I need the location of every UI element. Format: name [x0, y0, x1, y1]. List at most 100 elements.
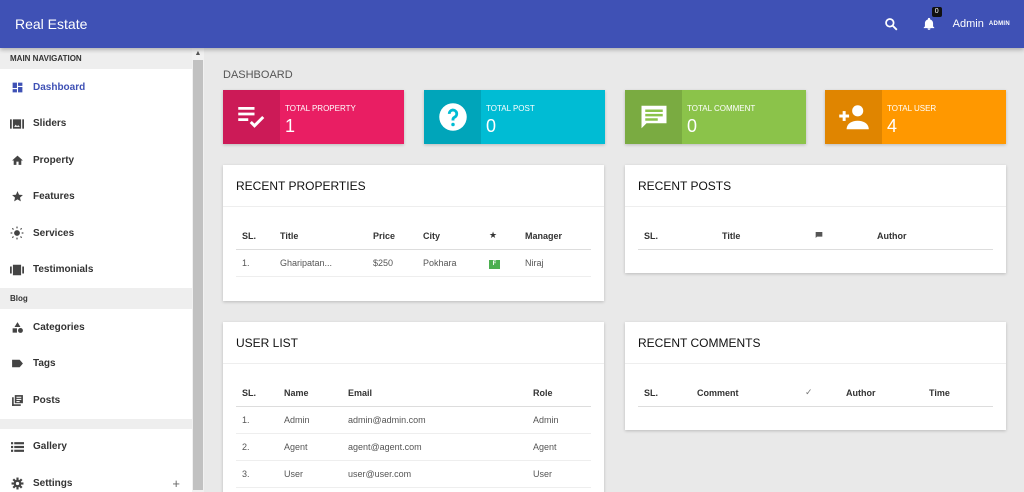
scroll-up-arrow-icon[interactable]: ▲	[192, 48, 204, 60]
recent-posts-table: SL. Title Author	[638, 223, 993, 250]
sidebar-item-label: Settings	[33, 477, 73, 489]
sidebar-item-label: Property	[33, 154, 75, 166]
column-header: Name	[278, 380, 342, 407]
sidebar-item-sliders[interactable]: Sliders	[0, 106, 192, 143]
bell-icon	[923, 17, 934, 30]
sidebar: MAIN NAVIGATION Dashboard Sliders Proper…	[0, 48, 204, 492]
sidebar-item-posts[interactable]: Posts	[0, 382, 192, 419]
cell-manager: Niraj	[519, 249, 591, 277]
scroll-thumb[interactable]	[193, 60, 203, 490]
cell-sl: 3.	[236, 460, 278, 488]
table-row[interactable]: 1. Gharipatan... $250 Pokhara F Niraj	[236, 249, 591, 277]
cell-role: Admin	[527, 406, 591, 434]
sidebar-item-testimonials[interactable]: Testimonials	[0, 252, 192, 289]
sidebar-item-services[interactable]: Services	[0, 215, 192, 252]
column-header: Title	[274, 223, 367, 250]
slider-icon	[10, 117, 24, 131]
card-title: USER LIST	[223, 322, 604, 364]
stat-box-total-user: TOTAL USER 4	[825, 90, 1006, 144]
cell-title: Gharipatan...	[274, 249, 367, 277]
user-list-card: USER LIST SL. Name Email Role 1. Admin a…	[223, 322, 604, 492]
nav-header-main: MAIN NAVIGATION	[0, 48, 192, 69]
brand-title[interactable]: Real Estate	[15, 16, 87, 32]
stat-label: TOTAL POST	[486, 104, 535, 113]
stat-label: TOTAL COMMENT	[687, 104, 756, 113]
home-icon	[10, 153, 24, 167]
comment-icon	[625, 90, 682, 144]
column-header: SL.	[236, 223, 274, 250]
column-header: Title	[716, 223, 809, 250]
cell-name: Agent	[278, 433, 342, 461]
table-row[interactable]: 2. Agent agent@agent.com Agent	[236, 433, 591, 461]
recent-comments-table: SL. Comment ✓ Author Time	[638, 380, 993, 407]
carousel-icon	[10, 263, 24, 277]
sidebar-item-categories[interactable]: Categories	[0, 309, 192, 346]
column-header-comment-icon	[809, 223, 871, 250]
sidebar-item-label: Dashboard	[33, 81, 86, 93]
table-row[interactable]: 3. User user@user.com User	[236, 460, 591, 488]
table-header-row: SL. Comment ✓ Author Time	[638, 380, 993, 407]
column-header: Comment	[691, 380, 799, 407]
cell-role: Agent	[527, 433, 591, 461]
nav-header-blog: Blog	[0, 288, 192, 309]
card-title: RECENT POSTS	[625, 165, 1006, 207]
cell-name: User	[278, 460, 342, 488]
stat-value: 1	[285, 116, 296, 136]
search-icon[interactable]	[881, 14, 901, 34]
user-name[interactable]: Admin	[953, 18, 984, 30]
dashboard-icon	[10, 80, 24, 94]
column-header: ★	[483, 223, 519, 250]
recent-properties-card: RECENT PROPERTIES SL. Title Price City ★…	[223, 165, 604, 301]
column-header: Price	[367, 223, 417, 250]
recent-properties-table: SL. Title Price City ★ Manager 1. Gharip…	[236, 223, 591, 277]
notification-count-badge: 0	[931, 7, 942, 17]
cell-city: Pokhara	[417, 249, 483, 277]
column-header: Author	[871, 223, 993, 250]
column-header: SL.	[638, 380, 691, 407]
cell-featured: F	[483, 249, 519, 277]
featured-badge: F	[489, 259, 500, 269]
stat-label: TOTAL PROPERTY	[285, 104, 356, 113]
sidebar-item-label: Categories	[33, 321, 85, 333]
table-header-row: SL. Name Email Role	[236, 380, 591, 407]
cell-role: User	[527, 460, 591, 488]
stat-box-total-post: TOTAL POST 0	[424, 90, 605, 144]
sidebar-scrollbar[interactable]: ▲	[192, 48, 204, 492]
sidebar-item-label: Services	[33, 227, 75, 239]
sidebar-item-label: Sliders	[33, 118, 67, 130]
cell-sl: 1.	[236, 249, 274, 277]
gallery-icon	[10, 440, 24, 454]
cell-email: user@user.com	[342, 460, 527, 488]
sidebar-item-property[interactable]: Property	[0, 142, 192, 179]
column-header: Role	[527, 380, 591, 407]
sidebar-item-settings[interactable]: Settings +	[0, 465, 192, 492]
help-icon	[424, 90, 481, 144]
stat-value: 0	[486, 116, 497, 136]
user-list-table: SL. Name Email Role 1. Admin admin@admin…	[236, 380, 591, 488]
sidebar-item-gallery[interactable]: Gallery	[0, 429, 192, 466]
column-header: Time	[923, 380, 993, 407]
sidebar-item-tags[interactable]: Tags	[0, 346, 192, 383]
stat-box-total-property: TOTAL PROPERTY 1	[223, 90, 404, 144]
gear-icon	[10, 476, 24, 490]
column-header: City	[417, 223, 483, 250]
expand-plus-icon[interactable]: +	[172, 476, 180, 491]
user-role: ADMIN	[988, 21, 1010, 27]
star-icon	[10, 190, 24, 204]
sidebar-item-label: Testimonials	[33, 264, 94, 276]
notifications-button[interactable]: 0	[919, 7, 942, 34]
cell-sl: 1.	[236, 406, 278, 434]
stat-box-total-comment: TOTAL COMMENT 0	[625, 90, 806, 144]
cell-email: agent@agent.com	[342, 433, 527, 461]
stat-value: 4	[887, 116, 898, 136]
top-navbar: Real Estate 0 Admin ADMIN	[0, 0, 1024, 48]
sidebar-item-features[interactable]: Features	[0, 179, 192, 216]
column-header: Author	[840, 380, 923, 407]
table-row[interactable]: 1. Admin admin@admin.com Admin	[236, 406, 591, 434]
sidebar-item-label: Gallery	[33, 441, 67, 453]
sun-icon	[10, 226, 24, 240]
posts-icon	[10, 393, 24, 407]
table-header-row: SL. Title Author	[638, 223, 993, 250]
cell-email: admin@admin.com	[342, 406, 527, 434]
sidebar-item-dashboard[interactable]: Dashboard	[0, 69, 192, 106]
